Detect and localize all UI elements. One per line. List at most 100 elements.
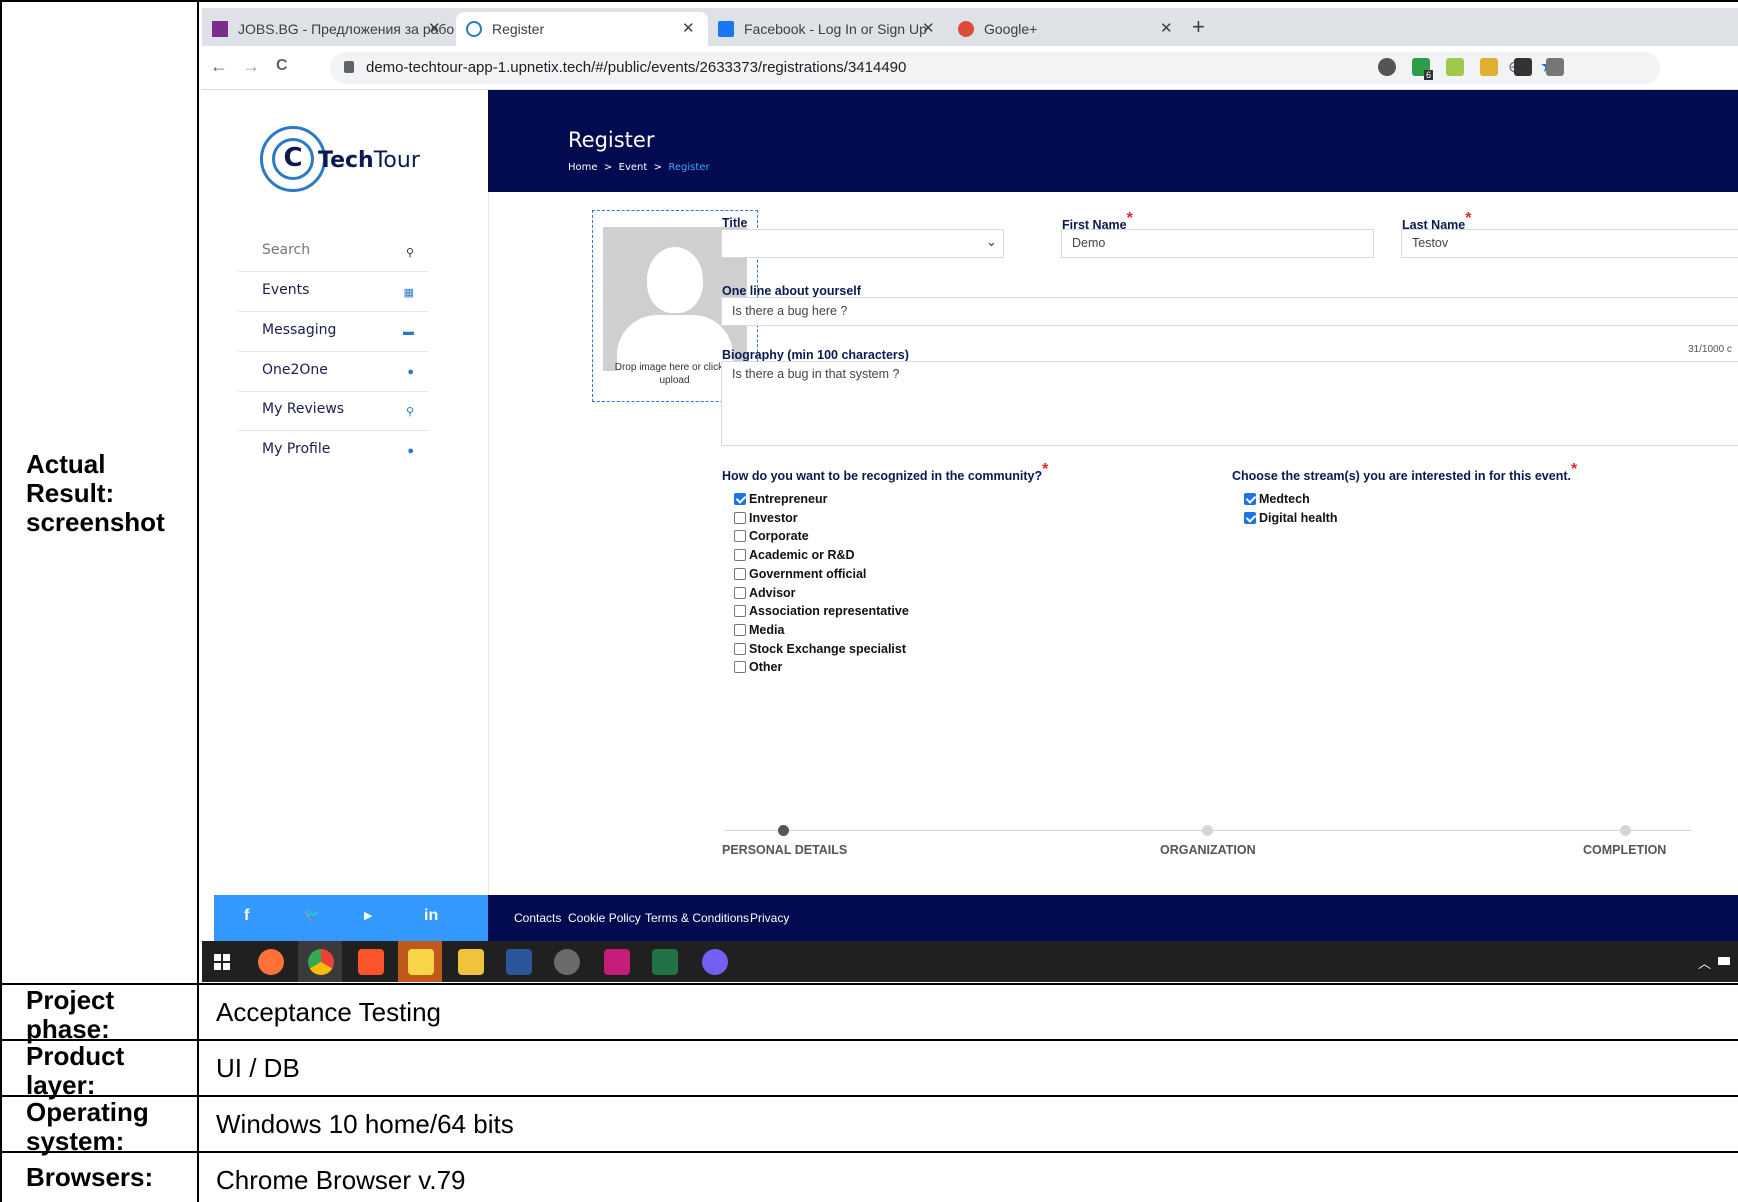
recognition-option-label: Government official [749, 566, 867, 581]
extension-icon[interactable] [1480, 58, 1498, 76]
recognition-option[interactable]: Stock Exchange specialist [734, 642, 906, 656]
checkbox[interactable] [734, 493, 746, 505]
facebook-icon[interactable]: f [244, 907, 249, 925]
viber-icon[interactable] [702, 949, 728, 975]
windows-start-icon[interactable] [214, 954, 230, 970]
forward-button[interactable]: → [242, 56, 260, 77]
table-row-divider [0, 1039, 1738, 1041]
one-line-input[interactable]: Is there a bug here ? [721, 297, 1738, 326]
checkbox[interactable] [734, 530, 746, 543]
close-tab-icon[interactable]: ✕ [922, 12, 935, 46]
footer-link-cookie-policy[interactable]: Cookie Policy [568, 911, 641, 925]
recognition-question: How do you want to be recognized in the … [722, 461, 1049, 483]
footer-link-privacy[interactable]: Privacy [750, 911, 789, 925]
first-name-input[interactable]: Demo [1061, 229, 1374, 258]
footer-link-contacts[interactable]: Contacts [514, 911, 561, 925]
recognition-option[interactable]: Investor [734, 511, 798, 525]
table-border-left [0, 0, 2, 1202]
recognition-option-label: Media [749, 622, 785, 637]
sticky-notes-icon[interactable] [408, 949, 434, 975]
back-button[interactable]: ← [210, 56, 228, 77]
skype-extension-icon[interactable] [1378, 58, 1396, 76]
recognition-option[interactable]: Association representative [734, 604, 909, 618]
table-column-divider [197, 0, 199, 1202]
file-explorer-icon[interactable] [458, 949, 484, 975]
excel-icon[interactable] [652, 949, 678, 975]
breadcrumb-home[interactable]: Home [568, 162, 598, 173]
step-dot [1620, 825, 1631, 836]
sidebar-item-search[interactable]: Search ⚲ [238, 228, 428, 272]
last-name-input[interactable]: Testov [1401, 229, 1738, 258]
breadcrumb-event[interactable]: Event [619, 162, 648, 173]
table-border-top [0, 0, 1738, 2]
title-label: Title [722, 216, 748, 230]
twitter-icon[interactable]: 🐦 [304, 907, 320, 923]
row-label-product-layer: Product layer: [26, 1041, 125, 1100]
title-select[interactable] [721, 229, 1004, 258]
footer-link-terms[interactable]: Terms & Conditions [645, 911, 749, 925]
recognition-option[interactable]: Media [734, 623, 784, 637]
recognition-option[interactable]: Other [734, 660, 782, 674]
new-tab-button[interactable]: + [1192, 14, 1205, 40]
brave-icon[interactable] [358, 949, 384, 975]
chrome-icon[interactable] [308, 949, 334, 975]
sidebar-item-events[interactable]: Events ▦ [238, 268, 428, 312]
youtube-icon[interactable]: ▶ [364, 909, 372, 922]
embedded-screenshot: JOBS.BG - Предложения за рабо ✕ Register… [202, 8, 1738, 982]
recognition-option[interactable]: Corporate [734, 529, 809, 543]
checkbox[interactable] [734, 623, 746, 636]
sidebar-item-my-profile[interactable]: My Profile ● [238, 427, 428, 471]
paint-icon[interactable] [554, 949, 580, 975]
step-completion: COMPLETION [1583, 843, 1667, 857]
stream-option[interactable]: Digital health [1244, 511, 1337, 525]
close-tab-icon[interactable]: ✕ [428, 12, 441, 46]
browser-tab-google-plus[interactable]: Google+ ✕ [948, 12, 1188, 46]
linkedin-icon[interactable]: in [424, 907, 438, 925]
google-plus-favicon-icon [958, 21, 974, 37]
step-organization: ORGANIZATION [1160, 843, 1256, 857]
battery-icon[interactable] [1718, 957, 1730, 965]
extension-icon[interactable] [1546, 58, 1564, 76]
checkbox[interactable] [734, 567, 746, 580]
selenium-extension-icon[interactable] [1514, 58, 1532, 76]
reload-button[interactable]: C [276, 57, 288, 75]
checkbox[interactable] [734, 642, 746, 655]
extension-icon[interactable] [1446, 58, 1464, 76]
facebook-favicon-icon [718, 21, 734, 37]
operating-system-value: Windows 10 home/64 bits [216, 1109, 514, 1139]
firefox-icon[interactable] [258, 949, 284, 975]
intellij-icon[interactable] [604, 949, 630, 975]
url-text: demo-techtour-app-1.upnetix.tech/#/publi… [366, 59, 907, 76]
checkbox[interactable] [1244, 511, 1256, 524]
stream-option[interactable]: Medtech [1244, 492, 1310, 506]
checkbox[interactable] [734, 605, 746, 618]
biography-textarea[interactable]: Is there a bug in that system ? [721, 361, 1738, 446]
system-tray-chevron-icon[interactable]: ︿ [1698, 953, 1711, 972]
sidebar: C TechTour Search ⚲ Events ▦ Messaging ▬… [214, 90, 488, 895]
word-icon[interactable] [506, 949, 532, 975]
sidebar-item-messaging[interactable]: Messaging ▬ [238, 308, 428, 352]
close-tab-icon[interactable]: ✕ [682, 12, 695, 46]
browser-tab-facebook[interactable]: Facebook - Log In or Sign Up ✕ [708, 12, 948, 46]
recognition-option[interactable]: Government official [734, 567, 866, 581]
stream-option-label: Medtech [1259, 492, 1310, 506]
table-row-divider [0, 1151, 1738, 1153]
checkbox[interactable] [734, 661, 746, 674]
recognition-option[interactable]: Academic or R&D [734, 548, 855, 562]
close-tab-icon[interactable]: ✕ [1160, 12, 1173, 46]
checkbox[interactable] [734, 511, 746, 524]
techtour-logo-icon: C [260, 126, 326, 192]
checkbox[interactable] [734, 586, 746, 599]
sidebar-item-one2one[interactable]: One2One ● [238, 348, 428, 392]
recognition-option-label: Academic or R&D [749, 548, 855, 563]
browser-tab-jobs[interactable]: JOBS.BG - Предложения за рабо ✕ [202, 12, 454, 46]
checkbox[interactable] [734, 549, 746, 562]
project-phase-value: Acceptance Testing [216, 997, 441, 1027]
recognition-option[interactable]: Entrepreneur [734, 492, 828, 506]
sidebar-item-my-reviews[interactable]: My Reviews ⚲ [238, 387, 428, 431]
recognition-option[interactable]: Advisor [734, 586, 796, 600]
page-header: Register Home > Event > Register [488, 90, 1738, 192]
browser-tab-register[interactable]: Register ✕ [456, 12, 708, 46]
page-footer: Contacts Cookie Policy Terms & Condition… [488, 895, 1738, 941]
checkbox[interactable] [1244, 493, 1256, 505]
